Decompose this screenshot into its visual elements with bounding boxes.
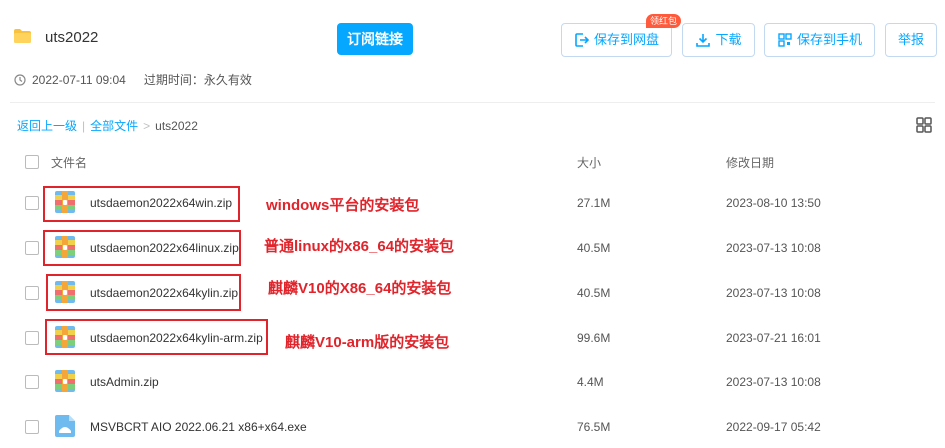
save-to-disk-button[interactable]: 保存到网盘	[561, 23, 672, 57]
row-checkbox[interactable]	[25, 241, 39, 255]
annotation-text: windows平台的安装包	[266, 197, 420, 214]
file-row[interactable]: MSVBCRT AIO 2022.06.21 x86+x64.exe 76.5M…	[0, 405, 945, 448]
top-bar: uts2022 订阅链接 保存到网盘 领红包 下载 保存到手机 举报 2022-…	[0, 0, 945, 100]
highlight-box	[45, 319, 268, 355]
file-date: 2023-08-10 13:50	[726, 196, 821, 210]
save-to-phone-label: 保存到手机	[796, 32, 862, 47]
annotation-text: 麒麟V10的X86_64的安装包	[268, 280, 452, 297]
grid-view-icon[interactable]	[916, 117, 932, 133]
file-date: 2023-07-21 16:01	[726, 331, 821, 345]
save-to-phone-button[interactable]: 保存到手机	[764, 23, 875, 57]
subscribe-link-button[interactable]: 订阅链接	[337, 23, 413, 55]
download-label: 下载	[715, 32, 742, 47]
annotation-text: 麒麟V10-arm版的安装包	[285, 334, 450, 351]
qrcode-icon	[778, 33, 792, 47]
download-icon	[696, 34, 711, 47]
page-title: uts2022	[45, 29, 99, 46]
clock-icon	[14, 73, 26, 86]
file-size: 76.5M	[577, 420, 611, 434]
file-size: 4.4M	[577, 375, 604, 389]
breadcrumb-current: uts2022	[155, 118, 198, 133]
save-icon	[575, 33, 590, 47]
folder-icon	[14, 29, 31, 43]
file-size: 99.6M	[577, 331, 611, 345]
divider	[10, 102, 935, 103]
highlight-box	[43, 186, 240, 222]
highlight-box	[46, 274, 241, 311]
breadcrumb-arrow: >	[143, 118, 151, 133]
column-name[interactable]: 文件名	[51, 154, 87, 171]
file-name[interactable]: MSVBCRT AIO 2022.06.21 x86+x64.exe	[90, 420, 307, 434]
file-name[interactable]: utsAdmin.zip	[90, 375, 159, 389]
file-table-header: 文件名 大小 修改日期	[0, 148, 945, 174]
file-size: 40.5M	[577, 286, 611, 300]
save-to-disk-label: 保存到网盘	[593, 32, 659, 47]
row-checkbox[interactable]	[25, 196, 39, 210]
share-meta: 2022-07-11 09:04 过期时间：永久有效	[14, 71, 252, 88]
breadcrumb-separator: |	[82, 118, 86, 133]
report-button[interactable]: 举报	[885, 23, 937, 57]
file-date: 2023-07-13 10:08	[726, 241, 821, 255]
share-date: 2022-07-11 09:04	[32, 72, 126, 87]
file-row[interactable]: utsAdmin.zip 4.4M 2023-07-13 10:08	[0, 360, 945, 405]
file-size: 27.1M	[577, 196, 611, 210]
row-checkbox[interactable]	[25, 286, 39, 300]
download-button[interactable]: 下载	[682, 23, 755, 57]
highlight-box	[43, 230, 241, 266]
file-date: 2023-07-13 10:08	[726, 375, 821, 389]
all-files-link[interactable]: 全部文件	[90, 117, 138, 134]
select-all-checkbox[interactable]	[25, 155, 39, 169]
column-size[interactable]: 大小	[577, 154, 601, 171]
breadcrumb: 返回上一级 | 全部文件 > uts2022	[17, 117, 198, 134]
row-checkbox[interactable]	[25, 420, 39, 434]
back-link[interactable]: 返回上一级	[17, 117, 77, 134]
exe-file-icon	[55, 415, 75, 437]
zip-file-icon	[55, 370, 75, 392]
file-date: 2023-07-13 10:08	[726, 286, 821, 300]
row-checkbox[interactable]	[25, 331, 39, 345]
file-size: 40.5M	[577, 241, 611, 255]
expire-time: 过期时间：永久有效	[143, 73, 252, 87]
row-checkbox[interactable]	[25, 375, 39, 389]
column-date[interactable]: 修改日期	[726, 154, 774, 171]
red-packet-badge[interactable]: 领红包	[646, 14, 682, 28]
file-date: 2022-09-17 05:42	[726, 420, 821, 434]
annotation-text: 普通linux的x86_64的安装包	[264, 238, 455, 255]
